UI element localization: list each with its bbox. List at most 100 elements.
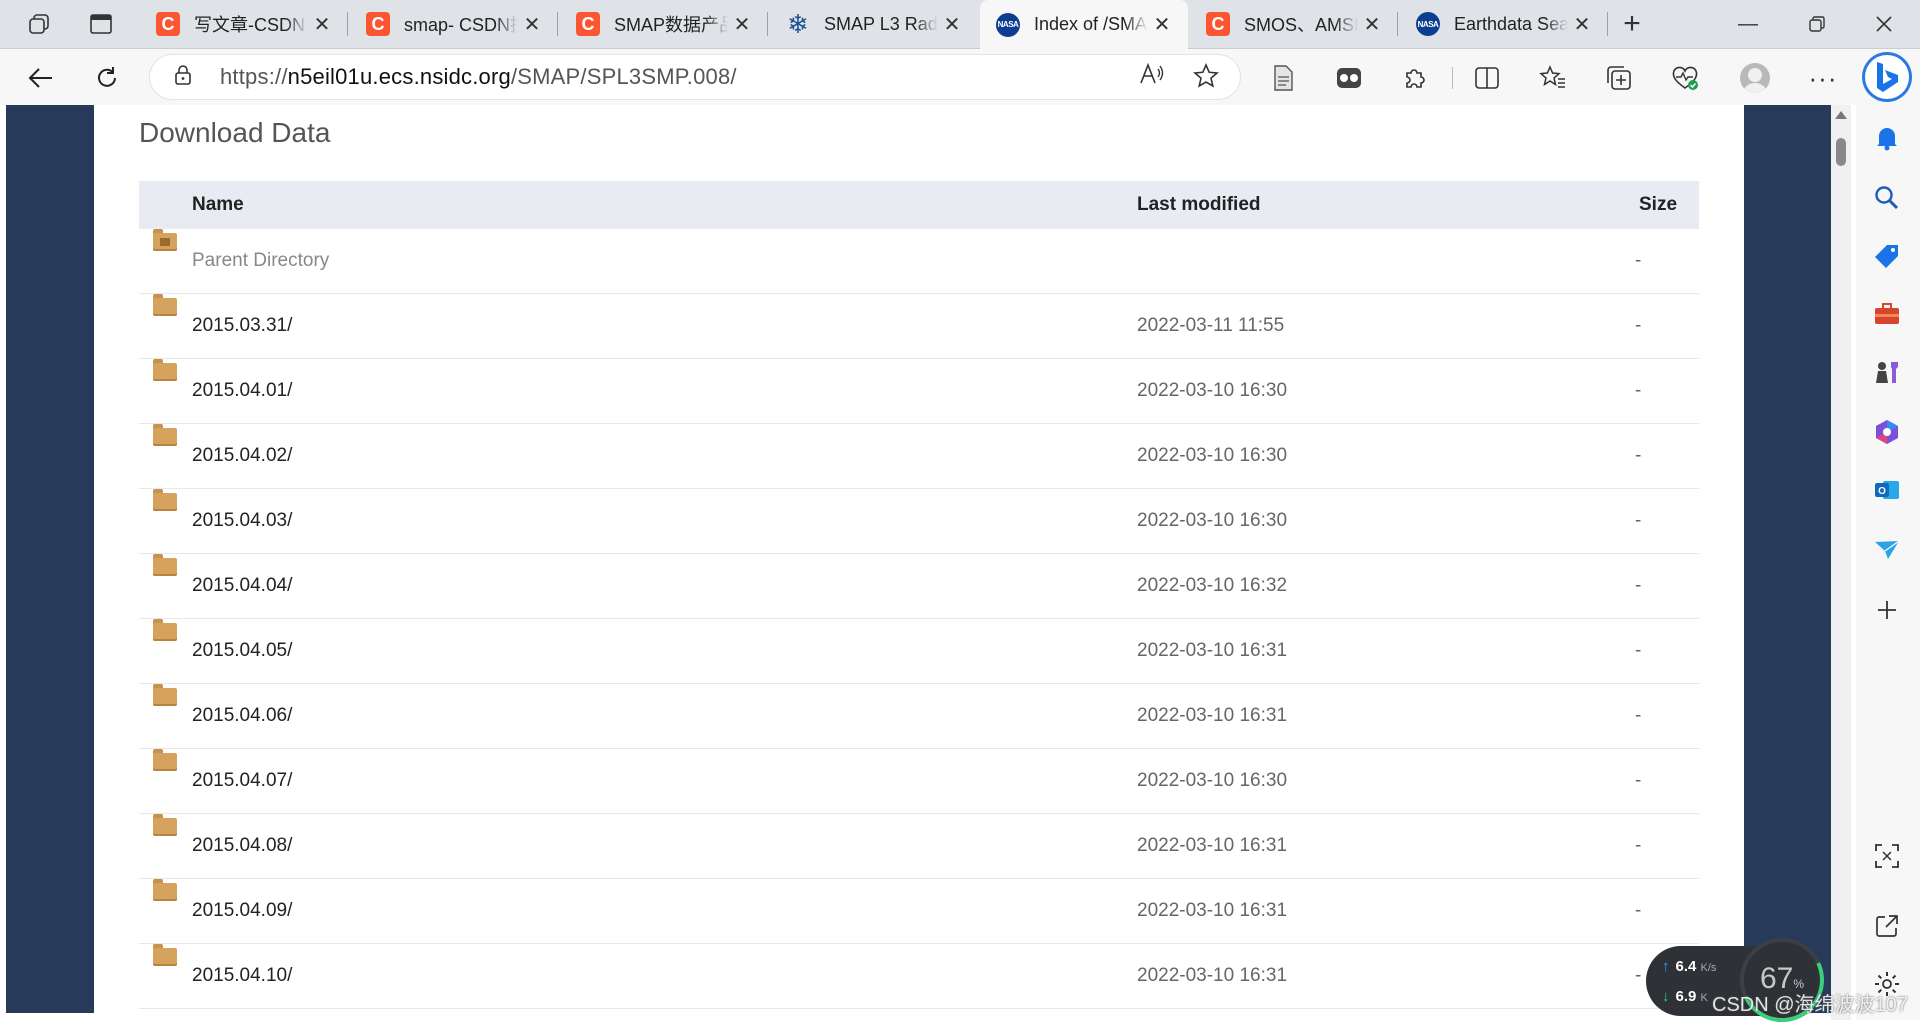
folder-link[interactable]: 2015.04.08/ — [192, 814, 292, 878]
folder-link[interactable]: 2015.04.06/ — [192, 684, 292, 748]
read-aloud-icon[interactable] — [1138, 62, 1166, 91]
scroll-thumb[interactable] — [1836, 138, 1846, 166]
profile-avatar[interactable] — [1738, 61, 1772, 95]
extension-icon[interactable] — [1332, 61, 1366, 95]
tab-separator — [1607, 12, 1608, 36]
table-row[interactable]: 2015.03.31/2022-03-11 11:55 - — [139, 294, 1699, 359]
back-button[interactable] — [24, 61, 58, 95]
file-size: - — [1635, 965, 1642, 986]
collections-icon[interactable] — [1602, 61, 1636, 95]
svg-text:O: O — [1878, 486, 1886, 497]
folder-link[interactable]: 2015.03.31/ — [192, 294, 292, 358]
screenshot-capture-icon[interactable] — [1872, 841, 1902, 871]
folder-link[interactable]: 2015.04.02/ — [192, 424, 292, 488]
table-row[interactable]: 2015.04.07/2022-03-10 16:30 - — [139, 749, 1699, 814]
notification-bell-icon[interactable] — [1872, 123, 1902, 153]
url-text[interactable]: https://n5eil01u.ecs.nsidc.org/SMAP/SPL3… — [220, 64, 737, 90]
tab-separator — [1397, 12, 1398, 36]
close-tab-icon[interactable]: ✕ — [728, 12, 756, 37]
tools-briefcase-icon[interactable] — [1872, 299, 1902, 329]
favorites-icon[interactable] — [1536, 61, 1570, 95]
file-size: - — [1635, 835, 1642, 856]
column-name-header[interactable]: Name — [192, 181, 244, 229]
file-size: - — [1635, 315, 1642, 336]
reading-view-icon[interactable] — [1266, 61, 1300, 95]
folder-link[interactable]: 2015.04.10/ — [192, 944, 292, 1008]
tab-7[interactable]: NASA Earthdata Sea ✕ — [1400, 0, 1608, 48]
modified-date: 2022-03-10 16:31 — [1137, 965, 1288, 986]
file-size: - — [1635, 445, 1642, 466]
table-row[interactable]: 2015.04.05/2022-03-10 16:31 - — [139, 619, 1699, 684]
nasa-icon: NASA — [996, 12, 1020, 37]
parent-directory-row[interactable]: Parent Directory - — [139, 229, 1699, 294]
folder-icon — [153, 879, 177, 901]
table-row[interactable]: 2015.04.01/2022-03-10 16:30 - — [139, 359, 1699, 424]
folder-link[interactable]: 2015.04.03/ — [192, 489, 292, 553]
tab-3[interactable]: C SMAP数据产品 ✕ — [560, 0, 768, 48]
lock-icon[interactable] — [174, 64, 200, 91]
search-icon[interactable] — [1872, 183, 1902, 213]
tab-bar: C写文章-CSDN博✕Csmap- CSDN搜✕CSMAP数据产品✕❄SMAP … — [0, 0, 1920, 49]
browser-essentials-icon[interactable] — [1668, 61, 1702, 95]
tab-4[interactable]: ❄ SMAP L3 Radi ✕ — [770, 0, 978, 48]
table-row[interactable]: 2015.04.04/2022-03-10 16:32 - — [139, 554, 1699, 619]
minimize-button[interactable]: — — [1728, 8, 1768, 40]
folder-link[interactable]: 2015.04.04/ — [192, 554, 292, 618]
column-modified-header[interactable]: Last modified — [1137, 181, 1261, 229]
tab-1[interactable]: C 写文章-CSDN博✕ — [140, 0, 348, 48]
table-row[interactable]: 2015.04.06/2022-03-10 16:31 - — [139, 684, 1699, 749]
modified-date: 2022-03-10 16:30 — [1137, 770, 1288, 791]
table-row[interactable]: 2015.04.03/2022-03-10 16:30 - — [139, 489, 1699, 554]
folder-link[interactable]: Parent Directory — [192, 229, 329, 293]
close-tab-icon[interactable]: ✕ — [308, 12, 336, 37]
scroll-up-arrow[interactable] — [1835, 111, 1847, 119]
new-tab-button[interactable]: + — [1614, 7, 1650, 40]
folder-link[interactable]: 2015.04.09/ — [192, 879, 292, 943]
table-row[interactable]: 2015.04.10/2022-03-10 16:31 - — [139, 944, 1699, 1009]
folder-icon — [153, 749, 177, 771]
tab-separator — [767, 12, 768, 36]
close-tab-icon[interactable]: ✕ — [1358, 12, 1386, 37]
restore-button[interactable] — [1797, 8, 1837, 40]
nsidc-icon: ❄ — [787, 8, 809, 39]
address-bar[interactable]: https://n5eil01u.ecs.nsidc.org/SMAP/SPL3… — [150, 55, 1240, 99]
games-chess-icon[interactable] — [1872, 357, 1902, 387]
tab-actions-icon[interactable] — [86, 10, 116, 38]
close-tab-icon[interactable]: ✕ — [518, 12, 546, 37]
page-scrollbar[interactable] — [1831, 105, 1851, 1020]
folder-link[interactable]: 2015.04.07/ — [192, 749, 292, 813]
bing-copilot-icon[interactable] — [1862, 52, 1912, 102]
split-screen-icon[interactable] — [1470, 61, 1504, 95]
close-tab-icon[interactable]: ✕ — [1148, 12, 1176, 37]
folder-link[interactable]: 2015.04.01/ — [192, 359, 292, 423]
table-row[interactable]: 2015.04.02/2022-03-10 16:30 - — [139, 424, 1699, 489]
extensions-puzzle-icon[interactable] — [1398, 61, 1432, 95]
tab-title: 写文章-CSDN博 — [194, 15, 308, 35]
add-sidebar-app-icon[interactable] — [1872, 595, 1902, 625]
csdn-icon: C — [366, 12, 390, 36]
shopping-tag-icon[interactable] — [1872, 241, 1902, 271]
tab-title: SMAP L3 Radi — [824, 13, 938, 34]
tab-5[interactable]: NASA Index of /SMA ✕ — [980, 0, 1188, 49]
parent-folder-icon — [153, 229, 177, 251]
open-external-icon[interactable] — [1872, 911, 1902, 941]
close-window-button[interactable] — [1864, 8, 1904, 40]
more-options-icon[interactable]: ··· — [1806, 61, 1840, 95]
column-size-header[interactable]: Size — [1639, 181, 1677, 229]
send-drop-icon[interactable] — [1872, 535, 1902, 565]
microsoft-365-icon[interactable] — [1872, 417, 1902, 447]
refresh-button[interactable] — [90, 61, 124, 95]
outlook-icon[interactable]: O — [1872, 475, 1902, 505]
folder-link[interactable]: 2015.04.05/ — [192, 619, 292, 683]
tab-2[interactable]: Csmap- CSDN搜 ✕ — [350, 0, 558, 48]
file-size: - — [1635, 640, 1642, 661]
close-tab-icon[interactable]: ✕ — [938, 12, 966, 37]
workspaces-icon[interactable] — [24, 10, 54, 38]
table-row[interactable]: 2015.04.09/2022-03-10 16:31 - — [139, 879, 1699, 944]
tab-6[interactable]: C SMOS、AMSR ✕ — [1190, 0, 1398, 48]
table-row[interactable]: 2015.04.08/2022-03-10 16:31 - — [139, 814, 1699, 879]
modified-date: 2022-03-10 16:31 — [1137, 705, 1288, 726]
close-tab-icon[interactable]: ✕ — [1568, 12, 1596, 37]
favorite-star-icon[interactable] — [1192, 63, 1220, 95]
navigation-bar: https://n5eil01u.ecs.nsidc.org/SMAP/SPL3… — [0, 49, 1920, 105]
